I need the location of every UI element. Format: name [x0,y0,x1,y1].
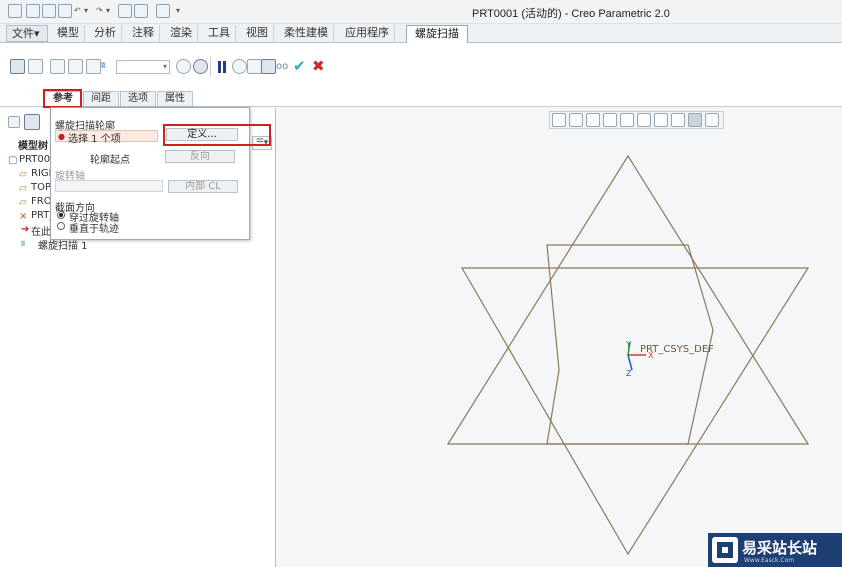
triangle-up [446,154,810,445]
watermark-logo-icon [712,537,738,563]
csys-label: PRT_CSYS_DEF [640,344,714,355]
watermark-brand: 易采站长站 [742,539,818,557]
csys-y-label: Y [625,340,631,349]
geometry-svg: Y X Z PRT_CSYS_DEF [446,154,810,556]
watermark-logo-mark [717,542,733,558]
watermark-url: Www.Easck.Com [744,557,795,564]
triangle-down [460,267,810,556]
csys-z-axis [627,354,633,371]
csys-z-label: Z [626,369,632,378]
